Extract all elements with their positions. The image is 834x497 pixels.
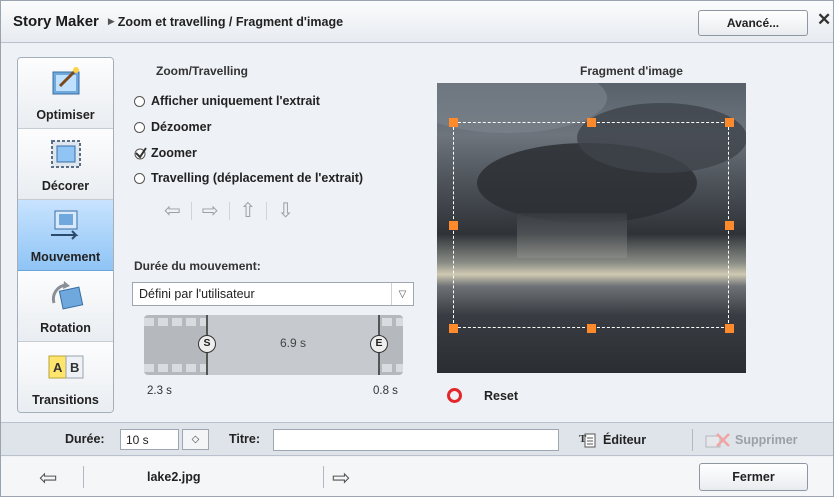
tab-mouvement[interactable]: Mouvement bbox=[18, 200, 113, 271]
motion-timeline[interactable]: S E 6.9 s bbox=[144, 315, 403, 375]
start-marker[interactable]: S bbox=[198, 335, 216, 353]
option-zoom[interactable]: Zoomer bbox=[134, 144, 197, 162]
tab-rotation[interactable]: Rotation bbox=[18, 271, 113, 342]
previous-arrow-icon[interactable]: ⇦ bbox=[39, 465, 57, 491]
radio-icon[interactable] bbox=[134, 172, 145, 184]
option-label: Afficher uniquement l'extrait bbox=[151, 94, 320, 108]
option-label: Travelling (déplacement de l'extrait) bbox=[151, 171, 364, 185]
divider bbox=[323, 466, 324, 488]
tab-decorer[interactable]: Décorer bbox=[18, 129, 113, 200]
divider bbox=[228, 202, 230, 220]
tab-optimiser[interactable]: Optimiser bbox=[18, 58, 113, 129]
radio-icon[interactable] bbox=[134, 95, 145, 107]
resize-handle[interactable] bbox=[449, 118, 458, 127]
fragment-heading: Fragment d'image bbox=[580, 64, 683, 78]
duration-label: Durée: bbox=[65, 432, 105, 446]
start-time: 2.3 s bbox=[147, 385, 172, 397]
end-time: 0.8 s bbox=[373, 385, 398, 397]
editor-button[interactable]: T Éditeur bbox=[579, 429, 646, 451]
dropdown-value: Défini par l'utilisateur bbox=[139, 287, 255, 301]
arrow-up-icon[interactable]: ⇧ bbox=[240, 201, 257, 221]
resize-handle[interactable] bbox=[449, 221, 458, 230]
advanced-button[interactable]: Avancé... bbox=[698, 10, 808, 36]
ab-transition-icon: A B bbox=[48, 355, 84, 379]
reset-button[interactable]: Reset bbox=[484, 389, 518, 403]
divider bbox=[190, 202, 192, 220]
motion-duration-heading: Durée du mouvement: bbox=[134, 259, 261, 273]
svg-text:T: T bbox=[579, 433, 587, 445]
checkmark-icon[interactable] bbox=[134, 146, 147, 160]
close-icon[interactable]: ✕ bbox=[817, 10, 831, 30]
zoom-heading: Zoom/Travelling bbox=[156, 64, 249, 78]
tab-label: Optimiser bbox=[36, 108, 95, 122]
editor-label: Éditeur bbox=[603, 433, 647, 447]
delete-button[interactable]: Supprimer bbox=[705, 429, 798, 451]
reset-icon[interactable] bbox=[447, 388, 462, 403]
text-editor-icon: T bbox=[579, 433, 596, 448]
tab-label: Mouvement bbox=[30, 250, 101, 264]
resize-handle[interactable] bbox=[725, 118, 734, 127]
option-label: Dézoomer bbox=[151, 120, 212, 134]
delete-label: Supprimer bbox=[735, 433, 798, 447]
resize-handle[interactable] bbox=[449, 324, 458, 333]
end-marker[interactable]: E bbox=[370, 335, 388, 353]
option-travelling[interactable]: Travelling (déplacement de l'extrait) bbox=[134, 169, 363, 187]
title-label: Titre: bbox=[229, 432, 261, 446]
next-arrow-icon[interactable]: ⇨ bbox=[332, 465, 350, 491]
svg-text:B: B bbox=[70, 360, 79, 375]
tab-label: Décorer bbox=[41, 179, 90, 193]
tab-label: Rotation bbox=[40, 321, 91, 335]
bottom-toolbar: Durée: 10 s ◇ Titre: T Éditeur Supprimer bbox=[1, 422, 833, 456]
option-show-extract[interactable]: Afficher uniquement l'extrait bbox=[134, 92, 320, 110]
breadcrumb-arrow-icon: ▶ bbox=[107, 16, 115, 26]
title-bar: Story Maker ▶ Zoom et travelling / Fragm… bbox=[1, 1, 833, 43]
divider bbox=[266, 202, 268, 220]
arrow-down-icon[interactable]: ⇩ bbox=[277, 201, 294, 221]
resize-handle[interactable] bbox=[587, 118, 596, 127]
resize-handle[interactable] bbox=[725, 324, 734, 333]
breadcrumb: Zoom et travelling / Fragment d'image bbox=[117, 14, 344, 29]
resize-handle[interactable] bbox=[587, 324, 596, 333]
story-maker-window: Story Maker ▶ Zoom et travelling / Fragm… bbox=[0, 0, 834, 497]
selection-rectangle[interactable] bbox=[453, 122, 729, 328]
option-label: Zoomer bbox=[151, 146, 197, 160]
motion-icon bbox=[51, 210, 79, 240]
close-button[interactable]: Fermer bbox=[699, 463, 808, 491]
chevron-down-icon[interactable]: ▽ bbox=[391, 283, 413, 305]
delete-icon bbox=[705, 433, 730, 448]
radio-icon[interactable] bbox=[134, 121, 145, 133]
arrow-left-icon[interactable]: ⇦ bbox=[164, 201, 181, 221]
tool-tabs: Optimiser Décorer Mouvement Rotation A B… bbox=[17, 57, 114, 413]
motion-duration-select[interactable]: Défini par l'utilisateur ▽ bbox=[132, 282, 414, 306]
resize-handle[interactable] bbox=[725, 221, 734, 230]
direction-arrows: ⇦ ⇨ ⇧ ⇩ bbox=[164, 201, 294, 221]
divider bbox=[83, 466, 84, 488]
tab-transitions[interactable]: A B Transitions bbox=[18, 342, 113, 412]
divider bbox=[692, 429, 693, 451]
app-title: Story Maker bbox=[13, 13, 99, 30]
duration-stepper-icon[interactable]: ◇ bbox=[182, 429, 209, 450]
duration-field[interactable]: 10 s bbox=[120, 429, 179, 450]
title-field[interactable] bbox=[273, 429, 559, 451]
frame-icon bbox=[51, 140, 81, 168]
arrow-right-icon[interactable]: ⇨ bbox=[202, 201, 219, 221]
motion-duration-value: 6.9 s bbox=[280, 336, 307, 350]
filename: lake2.jpg bbox=[147, 470, 201, 484]
wand-image-icon bbox=[52, 67, 80, 95]
rotation-icon bbox=[51, 281, 84, 310]
svg-text:A: A bbox=[53, 360, 63, 375]
footer-bar: ⇦ lake2.jpg ⇨ Fermer bbox=[1, 457, 833, 496]
option-dezoom[interactable]: Dézoomer bbox=[134, 118, 211, 136]
tab-label: Transitions bbox=[32, 393, 99, 407]
